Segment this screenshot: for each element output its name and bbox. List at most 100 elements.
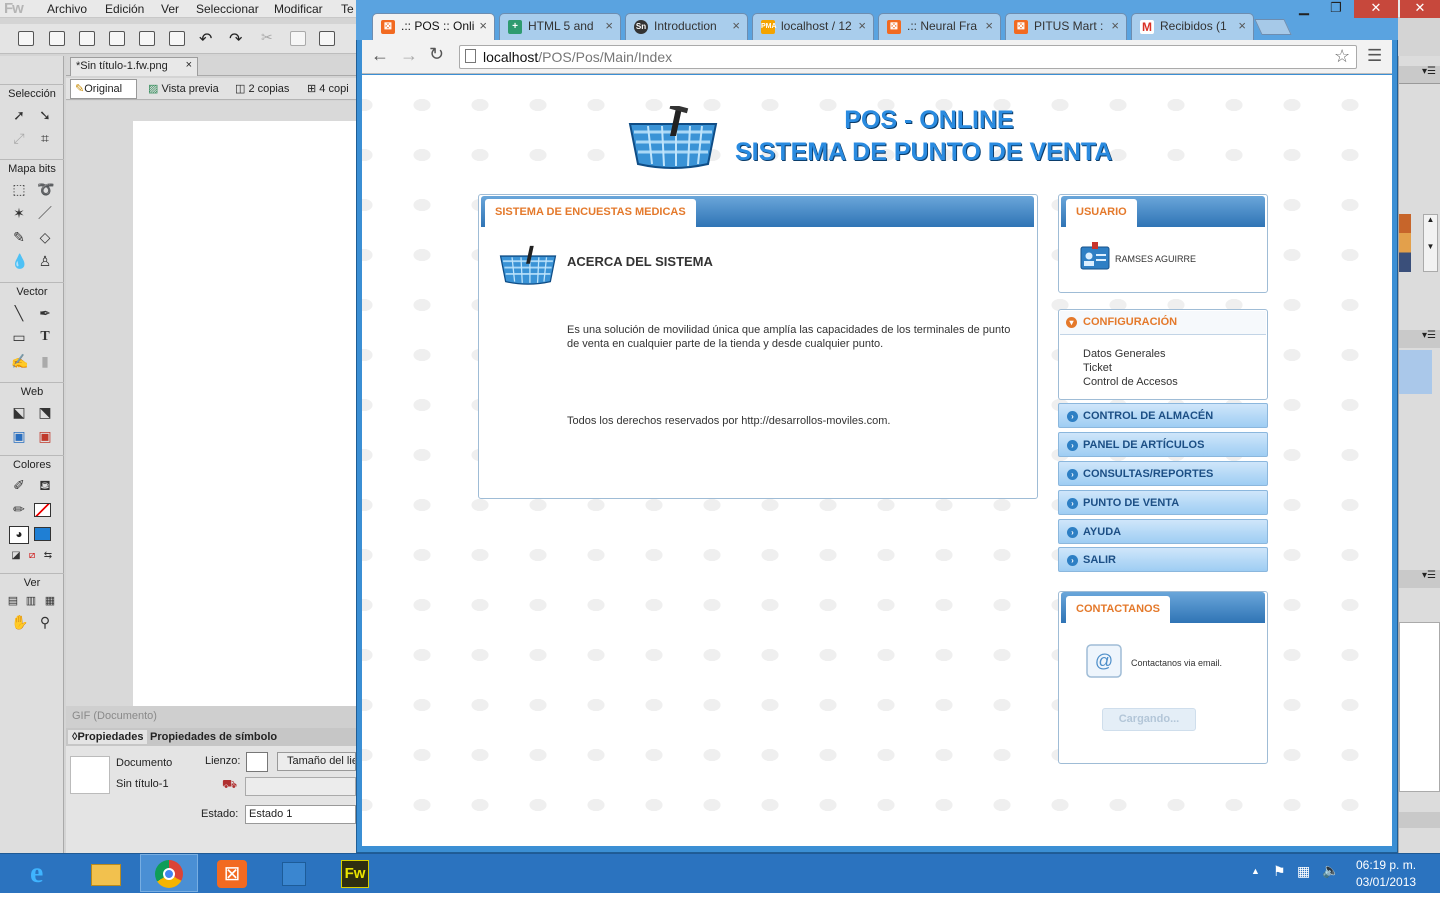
view-tab-2up[interactable]: ◫ 2 copias [235, 82, 289, 95]
menu-te[interactable]: Te [341, 2, 354, 16]
menu-archivo[interactable]: Archivo [47, 2, 87, 16]
menu-punto-venta[interactable]: › PUNTO DE VENTA [1058, 490, 1268, 515]
close-tab-icon[interactable]: × [985, 18, 993, 33]
marquee-tool-icon[interactable]: ⬚ [11, 181, 27, 197]
fw-close-icon[interactable]: ✕ [1400, 0, 1440, 18]
minimize-icon[interactable]: ▁ [1290, 0, 1318, 18]
menu-ayuda[interactable]: › AYUDA [1058, 519, 1268, 544]
chrome-menu-icon[interactable]: ☰ [1367, 46, 1382, 66]
view-tab-original[interactable]: ✎Original [75, 82, 122, 95]
tab-propiedades[interactable]: ◊Propiedades [68, 730, 148, 744]
config-item-ticket[interactable]: Ticket [1083, 362, 1112, 374]
open-icon[interactable] [79, 31, 95, 46]
hand-tool-icon[interactable]: ✋ [11, 614, 28, 630]
taskbar-fireworks[interactable]: Fw [326, 854, 384, 892]
menu-ver[interactable]: Ver [161, 2, 179, 16]
back-icon[interactable]: ← [371, 45, 389, 66]
view-tab-preview[interactable]: ▨ Vista previa [148, 82, 219, 95]
menu-consultas-reportes[interactable]: › CONSULTAS/REPORTES [1058, 461, 1268, 486]
zoom-tool-icon[interactable]: ⚲ [37, 614, 53, 630]
volume-icon[interactable]: 🔈 [1322, 862, 1339, 879]
taskbar-xampp[interactable]: ⊠ [202, 854, 260, 892]
taskbar-app[interactable] [264, 854, 322, 892]
browser-tab-pos[interactable]: ⊠ .:: POS :: Onli × [372, 13, 495, 40]
canvas-image-icon[interactable]: ⛟ [222, 777, 237, 793]
config-item-datos-generales[interactable]: Datos Generales [1083, 348, 1166, 360]
menu-panel-articulos[interactable]: › PANEL DE ARTÍCULOS [1058, 432, 1268, 457]
network-icon[interactable]: ▦ [1297, 863, 1310, 880]
clock-time[interactable]: 06:19 p. m. [1356, 858, 1416, 872]
knife-tool-icon[interactable]: ▮ [37, 353, 53, 369]
default-colors-icon[interactable]: ◪ [8, 548, 24, 564]
crop-tool-icon[interactable]: ⌗ [37, 130, 53, 146]
view-tab-4up[interactable]: ⊞ 4 copi [307, 82, 349, 95]
tab-propiedades-simbolo[interactable]: Propiedades de símbolo [146, 730, 281, 744]
blur-tool-icon[interactable]: 💧 [11, 253, 28, 269]
fw-canvas[interactable] [133, 121, 356, 706]
browser-tab-gmail[interactable]: M Recibidos (1 × [1131, 13, 1254, 40]
standard-mode-icon[interactable]: ▤ [5, 593, 21, 609]
show-hidden-icons-icon[interactable]: ▲ [1251, 866, 1260, 876]
close-tab-icon[interactable]: × [1111, 18, 1119, 33]
browser-tab-pitus[interactable]: ⊠ PITUS Mart : × [1005, 13, 1127, 40]
paste-icon[interactable] [319, 31, 335, 46]
loading-button[interactable]: Cargando... [1102, 708, 1196, 731]
config-item-control-accesos[interactable]: Control de Accesos [1083, 376, 1178, 388]
browser-tab-html5[interactable]: + HTML 5 and × [499, 13, 621, 40]
redo-icon[interactable]: ↷ [229, 29, 242, 49]
forward-icon[interactable]: → [400, 45, 418, 66]
rectangle-tool-icon[interactable]: ▭ [11, 329, 27, 345]
menu-control-almacen[interactable]: › CONTROL DE ALMACÉN [1058, 403, 1268, 428]
print-icon[interactable] [169, 31, 185, 46]
menu-seleccionar[interactable]: Seleccionar [196, 2, 259, 16]
close-tab-icon[interactable]: × [858, 18, 866, 33]
hotspot-tool-icon[interactable]: ⬕ [11, 404, 27, 420]
fill-color-icon[interactable]: ◕ [9, 526, 29, 544]
action-center-flag-icon[interactable]: ⚑ [1273, 863, 1286, 880]
taskbar-chrome[interactable] [140, 854, 198, 892]
line-tool-icon[interactable]: ╲ [11, 305, 27, 321]
reload-icon[interactable]: ↻ [429, 44, 444, 65]
paint-bucket-icon[interactable]: ⛾ [37, 477, 53, 493]
bookmark-star-icon[interactable]: ☆ [1334, 46, 1350, 67]
brush-tool-icon[interactable]: ／ [37, 205, 53, 221]
eyedropper-icon[interactable]: ✐ [11, 477, 27, 493]
close-tab-icon[interactable]: × [479, 18, 487, 33]
email-icon[interactable]: @ [1085, 643, 1123, 679]
window-close-icon[interactable]: ✕ [1354, 0, 1398, 18]
undo-icon[interactable]: ↶ [199, 29, 212, 49]
panel-options-icon-3[interactable]: ▾☰ [1399, 570, 1440, 588]
panel-options-icon-2[interactable]: ▾☰ [1399, 330, 1440, 348]
swap-colors-icon[interactable]: ⇆ [40, 548, 56, 564]
close-tab-icon[interactable]: × [1238, 18, 1246, 33]
show-slices-icon[interactable]: ▣ [37, 428, 53, 444]
cut-icon[interactable]: ✂ [261, 29, 273, 46]
url-text[interactable]: localhost/POS/Pos/Main/Index [483, 49, 672, 65]
close-tab-icon[interactable]: × [732, 18, 740, 33]
canvas-size-button[interactable]: Tamaño del lie [277, 752, 356, 771]
fill-swatch[interactable] [34, 527, 51, 541]
pointer-tool-icon[interactable]: ➚ [11, 107, 27, 123]
maximize-icon[interactable]: ❐ [1322, 0, 1350, 18]
copy-icon[interactable] [290, 31, 306, 46]
panel-scrollbar[interactable]: ▲ ▼ [1423, 214, 1438, 272]
layer-selection[interactable] [1399, 350, 1432, 394]
save-icon[interactable] [49, 31, 65, 46]
eraser-tool-icon[interactable]: ◇ [37, 229, 53, 245]
contact-text[interactable]: Contactanos via email. [1131, 658, 1222, 668]
canvas-color-swatch[interactable] [246, 752, 268, 772]
no-color-icon[interactable]: ⧄ [24, 548, 40, 564]
menu-edicion[interactable]: Edición [105, 2, 144, 16]
state-select[interactable]: Estado 1 [245, 805, 356, 824]
browser-tab-introduction[interactable]: Sn Introduction × [625, 13, 748, 40]
browser-tab-phpmyadmin[interactable]: PMA localhost / 12 × [752, 13, 874, 40]
taskbar-ie[interactable]: e [15, 854, 73, 892]
full-screen-icon[interactable]: ▦ [42, 593, 58, 609]
hide-slices-icon[interactable]: ▣ [11, 428, 27, 444]
stroke-swatch[interactable] [34, 503, 51, 517]
close-tab-icon[interactable]: × [605, 18, 613, 33]
config-header[interactable]: ▾ CONFIGURACIÓN [1060, 311, 1266, 335]
taskbar-explorer[interactable] [76, 854, 134, 892]
lasso-tool-icon[interactable]: ➰ [37, 181, 54, 197]
menu-salir[interactable]: › SALIR [1058, 547, 1268, 572]
